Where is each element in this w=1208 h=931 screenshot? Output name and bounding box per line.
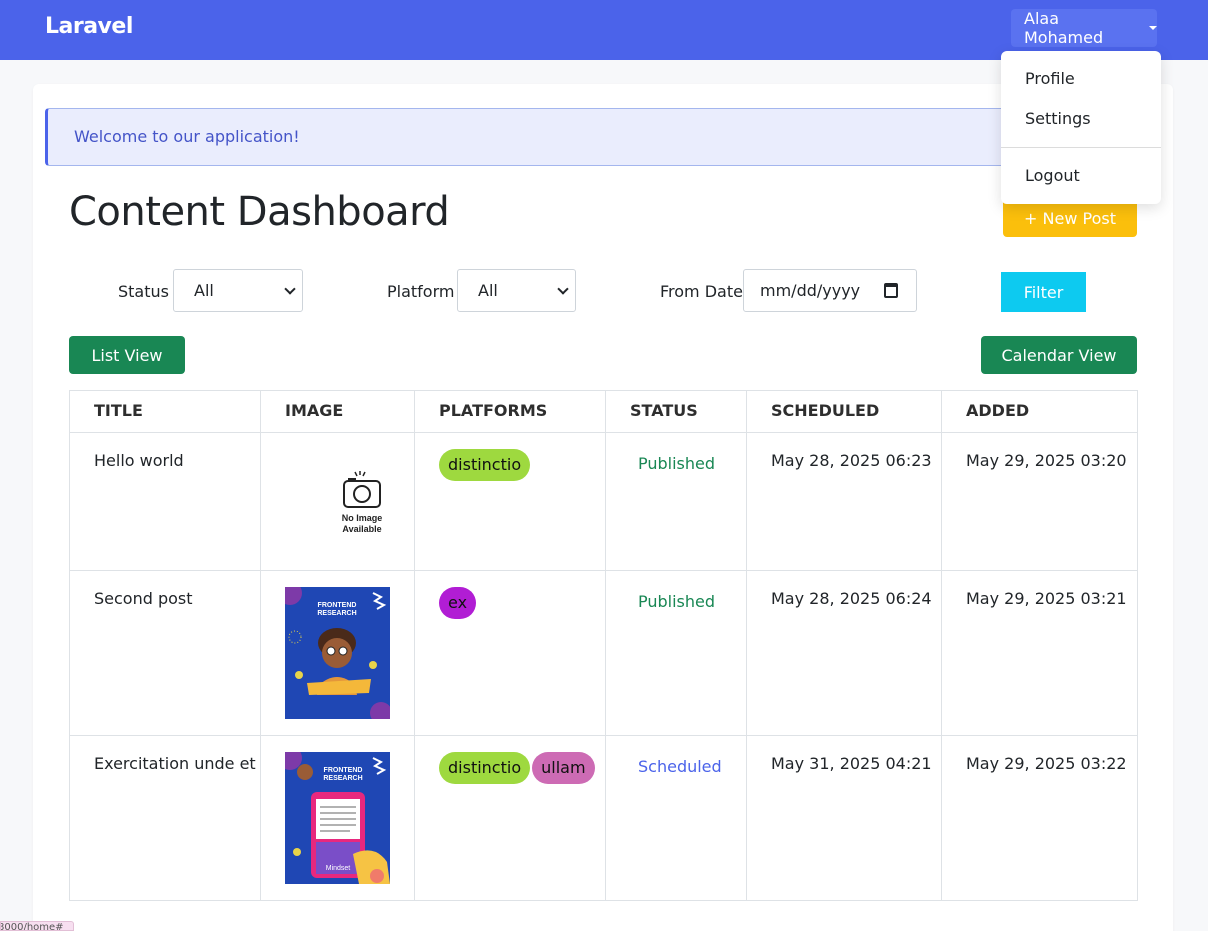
column-header-image: IMAGE (260, 390, 415, 433)
dropdown-item-settings[interactable]: Settings (1001, 109, 1161, 128)
status-badge: Published (638, 454, 716, 473)
post-platforms: ex (414, 570, 606, 736)
thumb-caption-line1: FRONTEND (318, 602, 357, 609)
platform-filter-value: All (478, 281, 498, 300)
from-date-input[interactable]: mm/dd/yyyy (743, 269, 917, 312)
posts-table: TITLE IMAGE PLATFORMS STATUS SCHEDULED A… (69, 390, 1138, 901)
chevron-down-icon (284, 283, 296, 295)
post-image-cell: FRONTEND RESEARCH (260, 570, 415, 736)
new-post-button[interactable]: + New Post (1003, 199, 1137, 237)
post-platforms: distinctio ullam (414, 735, 606, 901)
post-image-cell: FRONTEND RESEARCH Mindset (260, 735, 415, 901)
user-name: Alaa Mohamed (1024, 9, 1104, 47)
user-menu-toggle[interactable]: Alaa Mohamed (1011, 9, 1157, 47)
post-status-cell: Scheduled (605, 735, 747, 901)
status-filter-select[interactable]: All (173, 269, 303, 312)
platform-filter-select[interactable]: All (457, 269, 576, 312)
no-image-placeholder: No Image Available (317, 469, 407, 535)
calendar-view-button[interactable]: Calendar View (981, 336, 1137, 374)
column-header-added: ADDED (941, 390, 1138, 433)
post-added: May 29, 2025 03:21 (941, 570, 1138, 736)
platform-badge[interactable]: distinctio (439, 449, 531, 481)
alert-message: Welcome to our application! (74, 127, 300, 146)
filter-button[interactable]: Filter (1001, 272, 1086, 312)
no-image-line1: No Image (341, 513, 383, 523)
column-header-status: STATUS (605, 390, 747, 433)
post-title: Second post (69, 570, 261, 736)
dropdown-item-logout[interactable]: Logout (1001, 166, 1161, 185)
platform-badge[interactable]: ex (439, 587, 477, 619)
calendar-icon[interactable] (884, 283, 898, 298)
post-status-cell: Published (605, 570, 747, 736)
brand-logo[interactable]: Laravel (45, 14, 133, 39)
platform-filter-label: Platform (387, 282, 455, 301)
dropdown-item-profile[interactable]: Profile (1001, 69, 1161, 88)
url-hint-text: 8000/home# (0, 922, 64, 931)
platform-badge[interactable]: ullam (532, 752, 595, 784)
status-badge: Published (638, 592, 716, 611)
post-title: Exercitation unde et (69, 735, 261, 901)
platform-badge[interactable]: distinctio (439, 752, 531, 784)
post-added: May 29, 2025 03:20 (941, 432, 1138, 571)
table-row[interactable]: Hello world No Image Available distincti… (69, 432, 1138, 571)
post-scheduled: May 28, 2025 06:23 (746, 432, 942, 571)
from-date-label: From Date (660, 282, 743, 301)
post-added: May 29, 2025 03:22 (941, 735, 1138, 901)
post-platforms: distinctio (414, 432, 606, 571)
column-header-scheduled: SCHEDULED (746, 390, 942, 433)
camera-icon (343, 471, 381, 508)
chevron-down-icon (557, 283, 569, 295)
thumb-caption-line2: RESEARCH (323, 775, 362, 782)
link-url-hint: 8000/home# (0, 921, 74, 931)
thumb-caption-line2: RESEARCH (317, 610, 356, 617)
post-thumbnail-image: FRONTEND RESEARCH Mindset (285, 752, 390, 884)
thumb-footer: Mindset (326, 865, 351, 872)
status-filter-label: Status (118, 282, 169, 301)
table-row[interactable]: Exercitation unde et FRONTEND RESEARCH M… (69, 735, 1138, 901)
status-badge: Scheduled (638, 757, 722, 776)
page-title: Content Dashboard (69, 189, 450, 235)
post-scheduled: May 28, 2025 06:24 (746, 570, 942, 736)
welcome-alert: Welcome to our application! (45, 108, 1045, 166)
user-dropdown-menu: Profile Settings Logout (1001, 51, 1161, 204)
no-image-line2: Available (342, 524, 382, 534)
caret-down-icon (1149, 26, 1157, 30)
post-thumbnail-image: FRONTEND RESEARCH (285, 587, 390, 719)
thumb-caption-line1: FRONTEND (324, 767, 363, 774)
table-header-row: TITLE IMAGE PLATFORMS STATUS SCHEDULED A… (69, 390, 1138, 433)
post-image-cell: No Image Available (260, 432, 415, 571)
post-status-cell: Published (605, 432, 747, 571)
table-row[interactable]: Second post FRONTEND RESEARCH ex Publish… (69, 570, 1138, 736)
column-header-title: TITLE (69, 390, 261, 433)
dropdown-divider (1001, 147, 1161, 148)
post-title: Hello world (69, 432, 261, 571)
post-scheduled: May 31, 2025 04:21 (746, 735, 942, 901)
list-view-button[interactable]: List View (69, 336, 185, 374)
column-header-platforms: PLATFORMS (414, 390, 606, 433)
status-filter-value: All (194, 281, 214, 300)
from-date-placeholder: mm/dd/yyyy (760, 281, 861, 300)
